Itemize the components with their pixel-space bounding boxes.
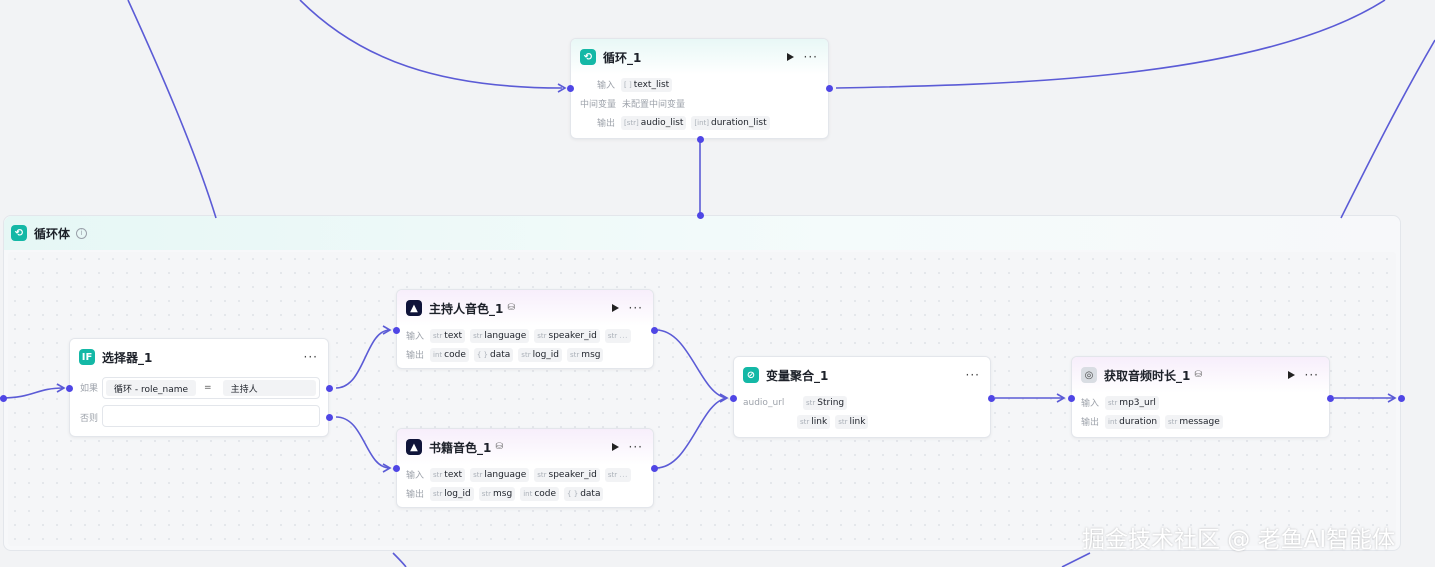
if-label: 如果 [80, 384, 99, 394]
run-icon[interactable] [1287, 371, 1295, 379]
plugin-icon: ◎ [1081, 367, 1097, 383]
param-tag: [ ] text_list [621, 77, 673, 92]
param-tag: str speaker_id [534, 328, 600, 343]
param-tag: { } data [564, 486, 604, 501]
more-icon[interactable]: ··· [629, 441, 643, 453]
port-dot[interactable] [392, 326, 400, 334]
mid-var-value: 未配置中间变量 [622, 100, 686, 110]
condition-left[interactable]: 循环 - role_name [106, 380, 197, 396]
param-tag: str... [604, 467, 631, 482]
if-icon: IF [79, 349, 95, 365]
mid-var-label: 中间变量 [580, 100, 617, 110]
input-label: 输入 [1081, 399, 1100, 409]
param-tag: int code [430, 347, 469, 362]
loop-icon: ⟲ [11, 225, 27, 241]
port-dot[interactable] [825, 84, 833, 92]
param-tag: str language [470, 328, 530, 343]
else-row[interactable] [102, 405, 320, 427]
port-dot[interactable] [650, 464, 658, 472]
variable-merge-node[interactable]: ⊘ 变量聚合_1 ··· audio_url str String str link… [733, 356, 991, 438]
param-tag: str message [1165, 414, 1223, 429]
output-label: 输出 [1081, 418, 1100, 428]
param-tag: str link [797, 414, 831, 429]
port-dot[interactable] [325, 384, 333, 392]
param-tag: str msg [478, 486, 516, 501]
param-tag: str text [430, 467, 466, 482]
port-dot[interactable] [729, 394, 737, 402]
port-dot[interactable] [1326, 394, 1334, 402]
param-tag: str speaker_id [534, 467, 600, 482]
condition-row[interactable]: 循环 - role_name = 主持人 [102, 377, 320, 399]
plugin-badge-icon: ⛁ [1194, 370, 1202, 380]
param-tag: [int] duration_list [691, 115, 770, 130]
selector-node[interactable]: IF 选择器_1 ··· 如果 循环 - role_name = 主持人 否则 [69, 338, 329, 437]
param-tag: int duration [1105, 414, 1161, 429]
output-label: 输出 [406, 351, 425, 361]
more-icon[interactable]: ··· [966, 369, 980, 381]
port-dot[interactable] [566, 84, 574, 92]
input-label: 输入 [597, 81, 616, 91]
node-title: 书籍音色_1 [429, 440, 492, 455]
port-dot[interactable] [696, 211, 704, 219]
port-dot[interactable] [1397, 394, 1405, 402]
loop-node[interactable]: ⟲ 循环_1 ··· 输入 [ ] text_list 中间变量 未配置中间变量 … [570, 38, 829, 139]
param-tag: str link [835, 414, 869, 429]
more-icon[interactable]: ··· [1305, 369, 1319, 381]
condition-operator[interactable]: = [204, 383, 212, 393]
param-tag: str mp3_url [1105, 395, 1159, 410]
host-voice-node[interactable]: ▲ 主持人音色_1 ⛁ ··· 输入 str text str language s… [396, 289, 654, 369]
voice-plugin-icon: ▲ [406, 439, 422, 455]
port-dot[interactable] [325, 413, 333, 421]
book-voice-node[interactable]: ▲ 书籍音色_1 ⛁ ··· 输入 str text str language st… [396, 428, 654, 508]
port-dot[interactable] [650, 326, 658, 334]
else-label: 否则 [80, 414, 99, 424]
loop-body-title: 循环体 [34, 226, 71, 241]
param-tag: int code [520, 486, 560, 501]
more-icon[interactable]: ··· [304, 351, 318, 363]
input-label: 输入 [406, 471, 425, 481]
port-dot[interactable] [987, 394, 995, 402]
port-dot[interactable] [696, 135, 704, 143]
param-tag: { } data [473, 347, 514, 362]
node-title: 主持人音色_1 [429, 301, 504, 316]
loop-body-header: ⟲ 循环体 i [4, 216, 1400, 250]
more-icon[interactable]: ··· [629, 302, 643, 314]
voice-plugin-icon: ▲ [406, 300, 422, 316]
param-tag: str... [604, 328, 631, 343]
param-tag: str log_id [518, 347, 563, 362]
node-title: 循环_1 [603, 50, 642, 65]
param-tag: str language [470, 467, 530, 482]
plugin-badge-icon: ⛁ [495, 442, 503, 452]
port-dot[interactable] [65, 384, 73, 392]
param-tag: [str] audio_list [621, 115, 687, 130]
watermark: 掘金技术社区 @ 老鱼AI智能体 [1082, 527, 1396, 553]
run-icon[interactable] [611, 443, 619, 451]
output-label: 输出 [406, 490, 425, 500]
input-label: 输入 [406, 332, 425, 342]
info-icon[interactable]: i [76, 227, 88, 239]
condition-right[interactable]: 主持人 [222, 380, 316, 396]
audio-duration-node[interactable]: ◎ 获取音频时长_1 ⛁ ··· 输入 str mp3_url 输出 int dur… [1071, 356, 1330, 438]
param-tag: str log_id [430, 486, 474, 501]
node-title: 获取音频时长_1 [1104, 368, 1191, 383]
port-dot[interactable] [392, 464, 400, 472]
node-title: 选择器_1 [102, 350, 153, 365]
run-icon[interactable] [786, 53, 794, 61]
output-label: 输出 [597, 119, 616, 129]
loop-icon: ⟲ [580, 49, 596, 65]
merge-icon: ⊘ [743, 367, 759, 383]
more-icon[interactable]: ··· [804, 51, 818, 63]
param-tag: str text [430, 328, 466, 343]
run-icon[interactable] [611, 304, 619, 312]
port-dot[interactable] [0, 394, 7, 402]
merge-var-label: audio_url [743, 397, 785, 408]
port-dot[interactable] [1067, 394, 1075, 402]
node-title: 变量聚合_1 [766, 368, 829, 383]
param-tag: str msg [567, 347, 604, 362]
param-tag: str String [803, 395, 848, 410]
plugin-badge-icon: ⛁ [507, 303, 515, 313]
